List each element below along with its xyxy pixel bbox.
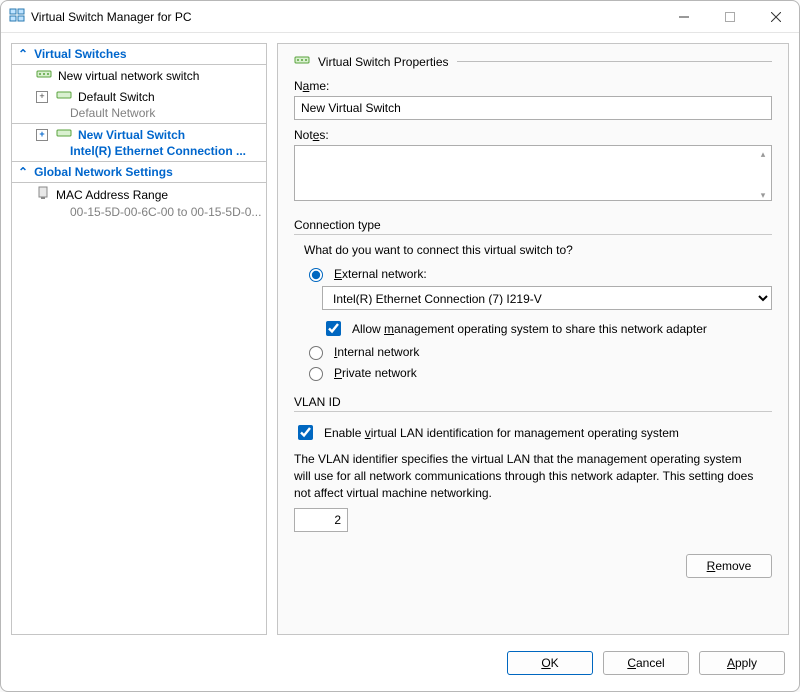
remove-button[interactable]: Remove — [686, 554, 772, 578]
vlan-description: The VLAN identifier specifies the virtua… — [294, 451, 754, 502]
scroll-down-icon[interactable]: ▾ — [756, 188, 770, 202]
expand-icon[interactable]: + — [36, 91, 48, 103]
scroll-up-icon[interactable]: ▴ — [756, 147, 770, 161]
allow-mgmt-checkbox-row[interactable]: Allow management operating system to sha… — [322, 318, 772, 339]
tree-item-label: New Virtual Switch — [78, 128, 185, 142]
switch-icon — [56, 89, 72, 104]
connection-question: What do you want to connect this virtual… — [304, 243, 772, 257]
vlan-enable-checkbox[interactable] — [298, 425, 313, 440]
connection-type-title: Connection type — [294, 218, 772, 232]
nic-icon — [36, 186, 50, 203]
close-button[interactable] — [753, 1, 799, 33]
panel-header: Virtual Switch Properties — [294, 54, 772, 69]
maximize-button[interactable] — [707, 1, 753, 33]
internal-radio-label: Internal network — [334, 345, 419, 359]
name-input[interactable] — [294, 96, 772, 120]
allow-mgmt-label: Allow management operating system to sha… — [352, 322, 707, 336]
tree-item-new-virtual-switch[interactable]: + New Virtual Switch Intel(R) Ethernet C… — [12, 123, 266, 162]
switch-icon — [56, 127, 72, 142]
titlebar: Virtual Switch Manager for PC — [1, 1, 799, 33]
private-radio-input[interactable] — [309, 367, 323, 381]
collapse-icon: ⌃ — [18, 47, 28, 61]
external-radio-input[interactable] — [309, 268, 323, 282]
tree-section-virtual-switches[interactable]: ⌃ Virtual Switches — [12, 44, 266, 65]
app-icon — [9, 7, 25, 26]
divider — [457, 61, 773, 62]
sidebar: ⌃ Virtual Switches New virtual network s… — [11, 43, 267, 635]
external-options: Intel(R) Ethernet Connection (7) I219-V … — [322, 286, 772, 339]
notes-textarea[interactable] — [294, 145, 772, 201]
expand-icon[interactable]: + — [36, 129, 48, 141]
tree-item-label: Default Switch — [78, 90, 155, 104]
name-label: Name: — [294, 79, 772, 93]
vlan-enable-checkbox-row[interactable]: Enable virtual LAN identification for ma… — [294, 422, 772, 443]
section-label: Global Network Settings — [34, 165, 173, 179]
tree-item-default-switch[interactable]: + Default Switch Default Network — [12, 86, 266, 123]
window: Virtual Switch Manager for PC ⌃ Virtual … — [0, 0, 800, 692]
body: ⌃ Virtual Switches New virtual network s… — [1, 33, 799, 645]
properties-panel: Virtual Switch Properties Name: Notes: ▴… — [277, 43, 789, 635]
external-network-radio[interactable]: External network: — [304, 265, 772, 282]
external-radio-label: External network: — [334, 267, 427, 281]
vlan-group: Enable virtual LAN identification for ma… — [294, 411, 772, 532]
internal-radio-input[interactable] — [309, 346, 323, 360]
internal-network-radio[interactable]: Internal network — [304, 343, 772, 360]
window-title: Virtual Switch Manager for PC — [31, 10, 192, 24]
tree-section-global[interactable]: ⌃ Global Network Settings — [12, 162, 266, 183]
adapter-select[interactable]: Intel(R) Ethernet Connection (7) I219-V — [322, 286, 772, 310]
vlan-title: VLAN ID — [294, 395, 772, 409]
connection-type-group: What do you want to connect this virtual… — [294, 234, 772, 381]
ok-button[interactable]: OK — [507, 651, 593, 675]
dialog-footer: OK Cancel Apply — [1, 645, 799, 691]
tree-item-label: MAC Address Range — [56, 188, 168, 202]
section-label: Virtual Switches — [34, 47, 126, 61]
cancel-button[interactable]: Cancel — [603, 651, 689, 675]
minimize-button[interactable] — [661, 1, 707, 33]
tree-item-sublabel: 00-15-5D-00-6C-00 to 00-15-5D-0... — [30, 204, 266, 220]
private-network-radio[interactable]: Private network — [304, 364, 772, 381]
notes-label: Notes: — [294, 128, 772, 142]
apply-button[interactable]: Apply — [699, 651, 785, 675]
tree-item-mac-range[interactable]: MAC Address Range 00-15-5D-00-6C-00 to 0… — [12, 183, 266, 222]
vlan-id-input[interactable] — [294, 508, 348, 532]
notes-field: Notes: ▴ ▾ — [294, 128, 772, 204]
switch-icon — [294, 54, 310, 69]
tree-item-new-virtual-switch-action[interactable]: New virtual network switch — [12, 65, 266, 86]
private-radio-label: Private network — [334, 366, 417, 380]
name-field: Name: — [294, 79, 772, 120]
collapse-icon: ⌃ — [18, 165, 28, 179]
tree-item-sublabel: Intel(R) Ethernet Connection ... — [30, 143, 266, 159]
vlan-enable-label: Enable virtual LAN identification for ma… — [324, 426, 679, 440]
tree-item-label: New virtual network switch — [58, 69, 199, 83]
allow-mgmt-checkbox[interactable] — [326, 321, 341, 336]
tree-item-sublabel: Default Network — [30, 105, 266, 121]
switch-icon — [36, 68, 52, 83]
panel-title: Virtual Switch Properties — [318, 55, 449, 69]
